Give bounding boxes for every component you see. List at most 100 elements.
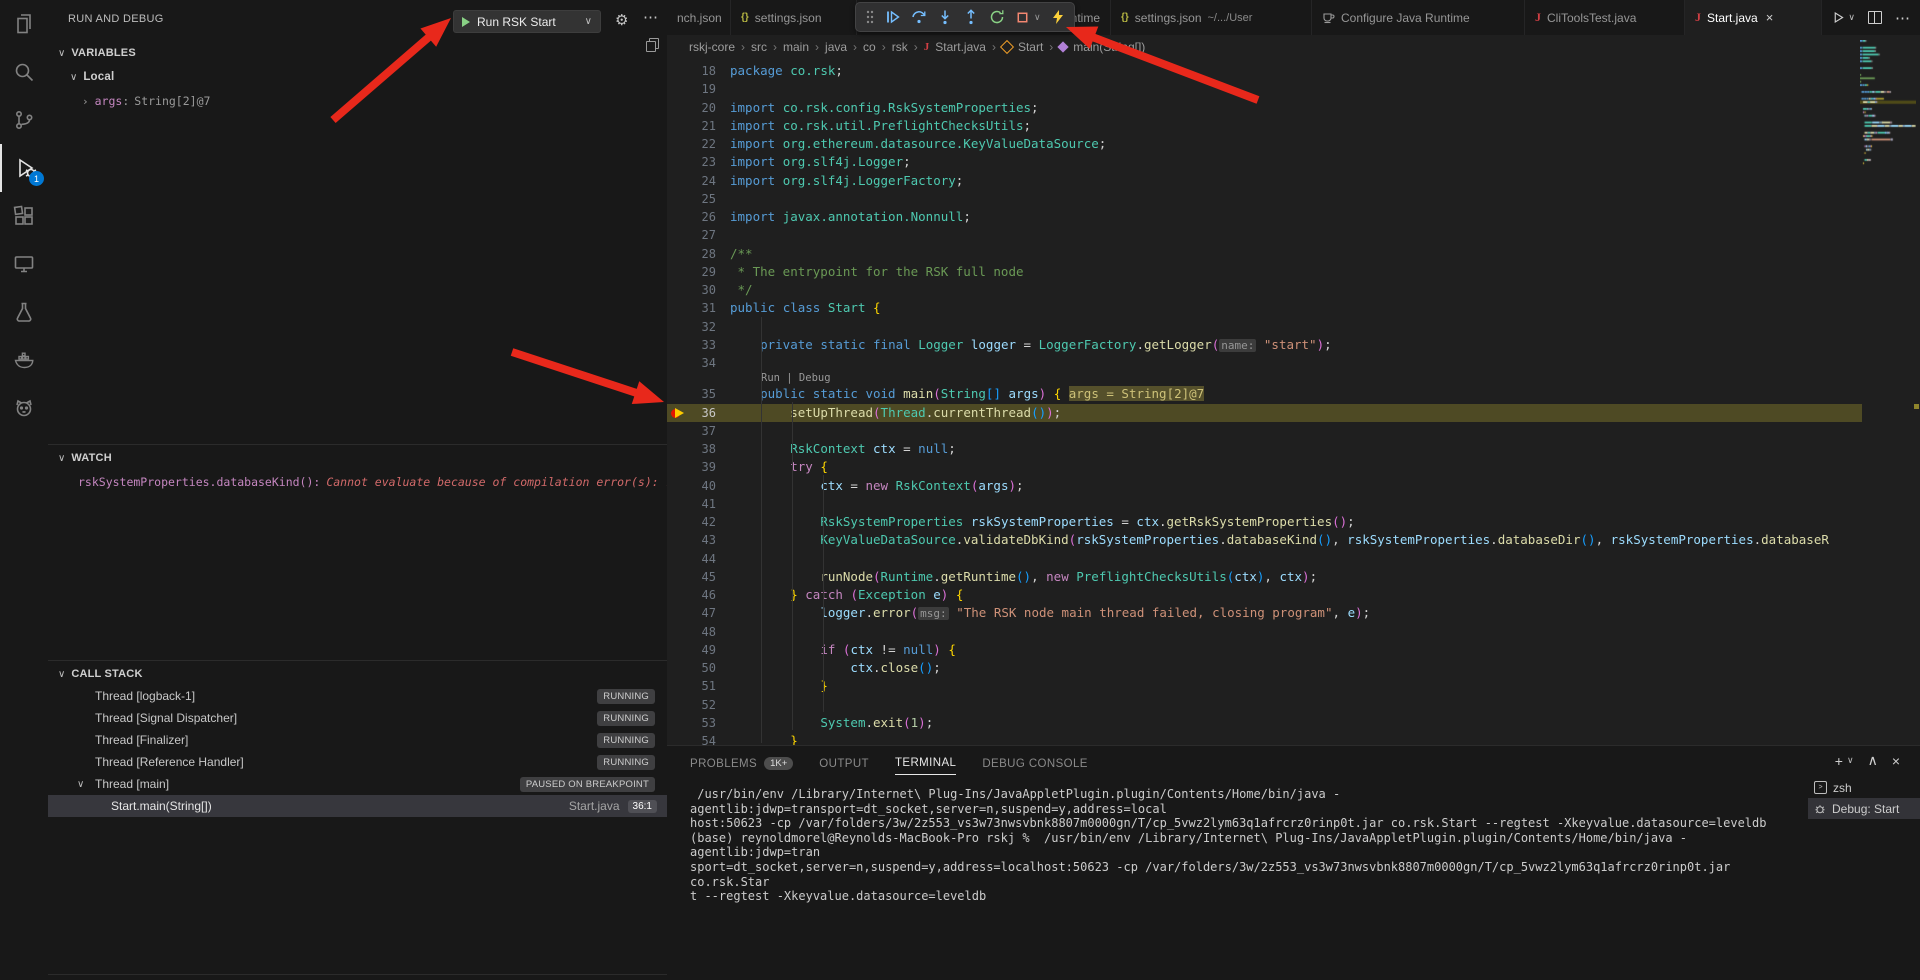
minimap[interactable] bbox=[1860, 40, 1916, 200]
step-out-icon[interactable] bbox=[963, 9, 979, 25]
code-line-46[interactable]: 46 } catch (Exception e) { bbox=[667, 586, 1862, 604]
code-line-52[interactable]: 52 bbox=[667, 696, 1862, 714]
terminal-output[interactable]: /usr/bin/env /Library/Internet\ Plug-Ins… bbox=[690, 787, 1805, 904]
tab-clitoolstest-java[interactable]: JCliToolsTest.java bbox=[1525, 0, 1685, 35]
code-line-29[interactable]: 29 * The entrypoint for the RSK full nod… bbox=[667, 263, 1862, 281]
callstack-thread[interactable]: Thread [Reference Handler]RUNNING bbox=[48, 751, 667, 773]
code-line-26[interactable]: 26import javax.annotation.Nonnull; bbox=[667, 208, 1862, 226]
breadcrumb-item[interactable]: co bbox=[863, 40, 876, 54]
step-into-icon[interactable] bbox=[937, 9, 953, 25]
code-line-38[interactable]: 38 RskContext ctx = null; bbox=[667, 440, 1862, 458]
maximize-panel-icon[interactable]: ∧ bbox=[1868, 752, 1878, 769]
extensions-icon[interactable] bbox=[0, 192, 48, 240]
code-line-53[interactable]: 53 System.exit(1); bbox=[667, 714, 1862, 732]
code-line-33[interactable]: 33 private static final Logger logger = … bbox=[667, 336, 1862, 354]
variables-scope-local[interactable]: ∨ Local bbox=[48, 65, 667, 89]
breadcrumb-item[interactable]: rsk bbox=[892, 40, 908, 54]
watch-expression[interactable]: rskSystemProperties.databaseKind(): Cann… bbox=[48, 471, 678, 493]
code-line-39[interactable]: 39 try { bbox=[667, 458, 1862, 476]
code-line-19[interactable]: 19 bbox=[667, 80, 1862, 98]
code-line-22[interactable]: 22import org.ethereum.datasource.KeyValu… bbox=[667, 135, 1862, 153]
code-line-40[interactable]: 40 ctx = new RskContext(args); bbox=[667, 477, 1862, 495]
call-stack-frame-selected[interactable]: Start.main(String[]) Start.java 36:1 bbox=[48, 795, 667, 817]
stop-icon[interactable] bbox=[1015, 10, 1030, 25]
code-line-47[interactable]: 47 logger.error(msg: "The RSK node main … bbox=[667, 604, 1862, 622]
run-config-button[interactable]: Run RSK Start ∨ bbox=[453, 10, 601, 33]
code-line-24[interactable]: 24import org.slf4j.LoggerFactory; bbox=[667, 172, 1862, 190]
variable-args[interactable]: › args : String[2]@7 bbox=[48, 89, 667, 113]
watch-header[interactable]: ∨ WATCH bbox=[48, 448, 112, 468]
panel-tab-debug-console[interactable]: DEBUG CONSOLE bbox=[982, 758, 1088, 775]
code-line-41[interactable]: 41 bbox=[667, 495, 1862, 513]
breadcrumb-item[interactable]: src bbox=[751, 40, 767, 54]
code-line-43[interactable]: 43 KeyValueDataSource.validateDbKind(rsk… bbox=[667, 531, 1862, 549]
code-line-35[interactable]: 35 public static void main(String[] args… bbox=[667, 385, 1862, 403]
code-line-27[interactable]: 27 bbox=[667, 226, 1862, 244]
hot-code-replace-icon[interactable] bbox=[1051, 9, 1065, 25]
search-icon[interactable] bbox=[0, 48, 48, 96]
more-actions-icon[interactable]: ⋯ bbox=[643, 8, 658, 26]
breadcrumb-item[interactable]: Start bbox=[1018, 40, 1043, 54]
breadcrumb-item[interactable]: main bbox=[783, 40, 809, 54]
testing-icon[interactable] bbox=[0, 288, 48, 336]
callstack-thread[interactable]: Thread [Finalizer]RUNNING bbox=[48, 729, 667, 751]
close-icon[interactable]: × bbox=[1766, 10, 1774, 25]
code-area[interactable]: 18package co.rsk;1920import co.rsk.confi… bbox=[667, 62, 1862, 750]
code-line-45[interactable]: 45 runNode(Runtime.getRuntime(), new Pre… bbox=[667, 568, 1862, 586]
terminal-list-item-debug[interactable]: Debug: Start bbox=[1808, 798, 1920, 819]
pet-extension-icon[interactable] bbox=[0, 384, 48, 432]
call-stack-header[interactable]: ∨ CALL STACK bbox=[48, 664, 143, 684]
code-line-51[interactable]: 51 } bbox=[667, 677, 1862, 695]
docker-icon[interactable] bbox=[0, 336, 48, 384]
breadcrumb-item[interactable]: main(String[]) bbox=[1073, 40, 1145, 54]
code-line-28[interactable]: 28/** bbox=[667, 245, 1862, 263]
chevron-down-icon[interactable]: ∨ bbox=[1848, 12, 1855, 23]
chevron-down-icon[interactable]: ∨ bbox=[1847, 755, 1854, 766]
chevron-down-icon[interactable]: ∨ bbox=[585, 16, 592, 27]
drag-handle-icon[interactable] bbox=[865, 9, 875, 25]
more-actions-icon[interactable]: ⋯ bbox=[1895, 9, 1910, 27]
terminal-list-item-zsh[interactable]: > zsh bbox=[1808, 777, 1920, 798]
step-over-icon[interactable] bbox=[911, 9, 927, 25]
code-line-48[interactable]: 48 bbox=[667, 623, 1862, 641]
tab-configure-java-runtime[interactable]: Configure Java Runtime bbox=[1312, 0, 1525, 35]
gear-icon[interactable]: ⚙ bbox=[615, 11, 628, 29]
tab-settings-json[interactable]: {}settings.json~/.../User bbox=[1111, 0, 1312, 35]
remote-explorer-icon[interactable] bbox=[0, 240, 48, 288]
callstack-thread[interactable]: ∨Thread [main]PAUSED ON BREAKPOINT bbox=[48, 773, 667, 795]
callstack-thread[interactable]: Thread [logback-1]RUNNING bbox=[48, 685, 667, 707]
code-line-42[interactable]: 42 RskSystemProperties rskSystemProperti… bbox=[667, 513, 1862, 531]
run-and-debug-icon[interactable]: 1 bbox=[0, 144, 50, 192]
code-line-34[interactable]: 34 bbox=[667, 354, 1862, 372]
codelens-run-debug[interactable]: Run | Debug bbox=[667, 372, 1862, 385]
code-line-50[interactable]: 50 ctx.close(); bbox=[667, 659, 1862, 677]
source-control-icon[interactable] bbox=[0, 96, 48, 144]
panel-tab-problems[interactable]: PROBLEMS1K+ bbox=[690, 757, 793, 775]
breadcrumb-item[interactable]: Start.java bbox=[935, 40, 986, 54]
panel-tab-terminal[interactable]: TERMINAL bbox=[895, 757, 956, 775]
code-line-20[interactable]: 20import co.rsk.config.RskSystemProperti… bbox=[667, 99, 1862, 117]
code-line-37[interactable]: 37 bbox=[667, 422, 1862, 440]
code-line-21[interactable]: 21import co.rsk.util.PreflightChecksUtil… bbox=[667, 117, 1862, 135]
chevron-down-icon[interactable]: ∨ bbox=[1034, 12, 1041, 23]
panel-tab-output[interactable]: OUTPUT bbox=[819, 758, 869, 775]
restart-icon[interactable] bbox=[989, 9, 1005, 25]
tab-nch-json[interactable]: nch.json bbox=[667, 0, 731, 35]
code-line-31[interactable]: 31public class Start { bbox=[667, 299, 1862, 317]
breakpoint-paused-icon[interactable] bbox=[671, 408, 685, 419]
code-line-49[interactable]: 49 if (ctx != null) { bbox=[667, 641, 1862, 659]
code-line-23[interactable]: 23import org.slf4j.Logger; bbox=[667, 153, 1862, 171]
tab-start-java[interactable]: JStart.java× bbox=[1685, 0, 1822, 35]
new-terminal-icon[interactable]: + bbox=[1835, 753, 1843, 769]
code-line-18[interactable]: 18package co.rsk; bbox=[667, 62, 1862, 80]
run-file-icon[interactable] bbox=[1832, 11, 1845, 24]
code-line-30[interactable]: 30 */ bbox=[667, 281, 1862, 299]
breadcrumb-item[interactable]: java bbox=[825, 40, 847, 54]
code-line-32[interactable]: 32 bbox=[667, 318, 1862, 336]
breadcrumb-item[interactable]: rskj-core bbox=[689, 40, 735, 54]
code-line-44[interactable]: 44 bbox=[667, 550, 1862, 568]
continue-icon[interactable] bbox=[885, 9, 901, 25]
callstack-thread[interactable]: Thread [Signal Dispatcher]RUNNING bbox=[48, 707, 667, 729]
close-panel-icon[interactable]: × bbox=[1892, 753, 1900, 769]
tab-settings-json[interactable]: {}settings.json bbox=[731, 0, 857, 35]
